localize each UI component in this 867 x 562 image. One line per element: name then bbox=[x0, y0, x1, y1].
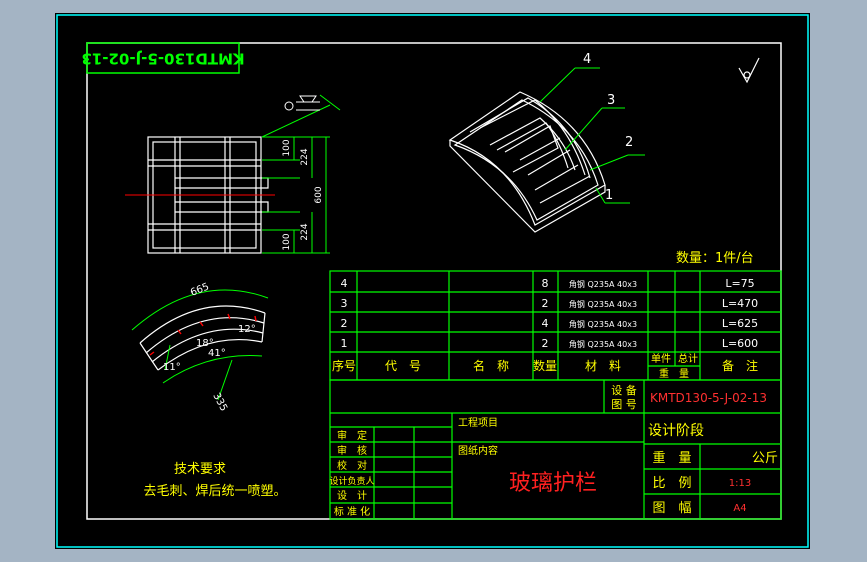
bom-header-note: 备 注 bbox=[722, 358, 758, 373]
dim-100-top: 100 bbox=[282, 139, 292, 156]
part-label-3: 3 bbox=[607, 93, 615, 108]
bom-row-material: 角钢 Q235A 40x3 bbox=[569, 279, 637, 289]
tech-req-line1: 去毛刺、焊后统一喷塑。 bbox=[143, 483, 286, 499]
bom-row-note: L=625 bbox=[722, 317, 758, 330]
bom-header-total: 总计 bbox=[678, 352, 698, 365]
bom-row-no: 1 bbox=[341, 337, 348, 350]
scale-value: 1:13 bbox=[729, 478, 751, 489]
arc-angle-12: 12° bbox=[238, 324, 256, 335]
bom-row-material: 角钢 Q235A 40x3 bbox=[569, 319, 637, 329]
bom-row-note: L=75 bbox=[725, 277, 754, 290]
part-label-1: 1 bbox=[605, 188, 613, 203]
bom-row-qty: 2 bbox=[542, 337, 549, 350]
content-label: 图纸内容 bbox=[458, 444, 498, 457]
bom-row-material: 角钢 Q235A 40x3 bbox=[569, 339, 637, 349]
role-review: 审 核 bbox=[337, 444, 367, 457]
bom-row-qty: 8 bbox=[542, 277, 549, 290]
bom-row-no: 3 bbox=[341, 297, 348, 310]
sheet-value: A4 bbox=[733, 503, 746, 514]
project-label: 工程项目 bbox=[458, 417, 498, 429]
quantity-note: 数量：1件/台 bbox=[676, 251, 754, 266]
role-approve: 审 定 bbox=[337, 429, 367, 442]
dim-224-top: 224 bbox=[300, 148, 310, 165]
drawing-number: KMTD130-5-J-02-13 bbox=[650, 391, 767, 405]
rotated-drawing-code: KMTD130-5-J-02-13 bbox=[81, 50, 244, 68]
bom-row-qty: 2 bbox=[542, 297, 549, 310]
role-designer: 设 计 bbox=[337, 489, 367, 502]
bom-row-material: 角钢 Q235A 40x3 bbox=[569, 299, 637, 309]
part-label-4: 4 bbox=[583, 52, 591, 67]
part-label-2: 2 bbox=[625, 135, 633, 150]
drawing-no-label-2: 图 号 bbox=[611, 398, 637, 411]
bom-header-weight: 重 量 bbox=[659, 367, 689, 380]
drawing-no-label-1: 设 备 bbox=[611, 383, 637, 397]
bom-row-qty: 4 bbox=[542, 317, 549, 330]
design-stage-label: 设计阶段 bbox=[648, 423, 704, 439]
drawing-title: 玻璃护栏 bbox=[509, 471, 597, 496]
bom-header-qty: 数量 bbox=[533, 358, 557, 373]
bom-row-no: 2 bbox=[341, 317, 348, 330]
role-lead: 设计负责人 bbox=[329, 475, 374, 487]
dim-100-bottom: 100 bbox=[282, 233, 292, 250]
bom-row-note: L=600 bbox=[722, 337, 758, 350]
dim-224-bottom: 224 bbox=[300, 223, 310, 240]
tech-req-title: 技术要求 bbox=[174, 462, 226, 477]
sheet-label: 图 幅 bbox=[652, 501, 691, 516]
bom-header-name: 名 称 bbox=[473, 358, 509, 373]
bom-header-single: 单件 bbox=[651, 353, 671, 365]
role-check: 校 对 bbox=[337, 459, 367, 472]
bom-row-no: 4 bbox=[341, 277, 348, 290]
scale-label: 比 例 bbox=[652, 476, 691, 491]
arc-angle-41: 41° bbox=[208, 348, 226, 359]
dim-600: 600 bbox=[314, 186, 324, 203]
bom-header-material: 材 料 bbox=[585, 359, 621, 373]
cad-drawing-canvas: KMTD130-5-J-02-13 100 224 600 100 224 4 … bbox=[55, 13, 810, 549]
bom-row-note: L=470 bbox=[722, 297, 758, 310]
weight-unit: 公斤 bbox=[752, 451, 778, 466]
role-standard: 标 准 化 bbox=[334, 505, 370, 518]
arc-angle-11: 11° bbox=[163, 362, 181, 373]
bom-header-code: 代 号 bbox=[385, 359, 421, 373]
weight-label: 重 量 bbox=[652, 450, 691, 466]
bom-header-no: 序号 bbox=[332, 358, 356, 373]
